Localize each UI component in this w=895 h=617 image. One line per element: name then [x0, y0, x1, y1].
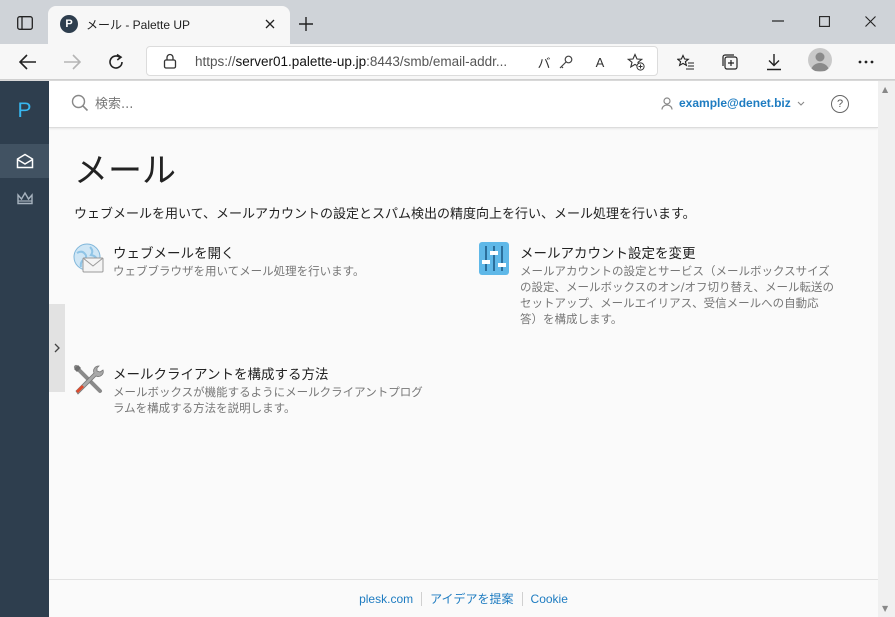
- sidebar-icon[interactable]: [10, 10, 40, 36]
- card-change-mail-settings[interactable]: メールアカウント設定を変更 メールアカウントの設定とサービス（メールボックスサイ…: [479, 242, 869, 338]
- tab-favicon: P: [60, 15, 78, 33]
- download-icon[interactable]: [758, 47, 790, 77]
- footer-link-suggest-idea[interactable]: アイデアを提案: [422, 590, 521, 607]
- minimize-icon[interactable]: [755, 6, 801, 36]
- profile-icon[interactable]: [808, 48, 832, 72]
- card-description-line: 答）を構成します。: [520, 312, 623, 326]
- tab-title: メール - Palette UP: [86, 18, 191, 32]
- page-description: ウェブメールを用いて、メールアカウントの設定とスパム検出の精度向上を行い、メール…: [74, 207, 696, 222]
- card-description: メールアカウントの設定とサービス（メールボックスサイズ の設定、メールボックスの…: [520, 263, 834, 327]
- logo[interactable]: P: [0, 99, 49, 123]
- crown-icon[interactable]: [0, 184, 49, 214]
- close-icon[interactable]: [847, 6, 893, 36]
- close-icon[interactable]: [260, 14, 280, 34]
- key-icon[interactable]: [555, 52, 577, 72]
- card-title[interactable]: メールクライアントを構成する方法: [113, 363, 328, 383]
- card-title[interactable]: メールアカウント設定を変更: [520, 242, 696, 262]
- card-title[interactable]: ウェブメールを開く: [113, 242, 235, 262]
- scroll-down-icon[interactable]: ▼: [882, 604, 888, 613]
- browser-titlebar: P メール - Palette UP: [0, 0, 895, 44]
- app-sidebar: P: [0, 81, 49, 617]
- user-email: example@denet.biz: [679, 96, 791, 110]
- search-input[interactable]: [95, 92, 395, 116]
- browser-tab[interactable]: P メール - Palette UP: [48, 6, 290, 44]
- plesk-app: P example@denet.biz ? ▲ ▼ メール ウェブメールを用いて…: [0, 81, 895, 617]
- card-mail-client-howto[interactable]: メールクライアントを構成する方法 メールボックスが機能するようにメールクライアン…: [72, 363, 452, 423]
- page-title: メール: [74, 151, 176, 191]
- back-arrow-icon[interactable]: [12, 47, 44, 77]
- lock-icon[interactable]: [163, 53, 177, 73]
- browser-toolbar: https://server01.palette-up.jp:8443/smb/…: [0, 44, 895, 80]
- help-button[interactable]: ?: [831, 95, 849, 113]
- address-bar[interactable]: https://server01.palette-up.jp:8443/smb/…: [146, 46, 658, 76]
- footer: plesk.com アイデアを提案 Cookie: [49, 579, 878, 617]
- card-description-line: メールボックスが機能するようにメールクライアントプログ: [113, 385, 423, 399]
- read-aloud-icon[interactable]: A: [589, 52, 611, 72]
- reader-mode-icon[interactable]: バ: [533, 52, 555, 72]
- user-menu[interactable]: example@denet.biz: [661, 96, 805, 110]
- add-favorite-icon[interactable]: [625, 52, 647, 72]
- card-description-line: ラムを構成する方法を説明します。: [113, 401, 296, 415]
- card-description: ウェブブラウザを用いてメール処理を行います。: [113, 264, 365, 278]
- maximize-icon[interactable]: [801, 6, 847, 36]
- expand-sidebar-handle[interactable]: [49, 304, 65, 392]
- card-open-webmail[interactable]: ウェブメールを開く ウェブブラウザを用いてメール処理を行います。: [72, 242, 432, 292]
- chevron-down-icon: [797, 101, 805, 106]
- favorites-icon[interactable]: [670, 47, 702, 77]
- nav-mail-icon[interactable]: [0, 144, 49, 178]
- scroll-up-icon[interactable]: ▲: [882, 85, 888, 94]
- scrollbar[interactable]: ▲ ▼: [878, 81, 895, 617]
- refresh-icon[interactable]: [100, 47, 132, 77]
- settings-sliders-icon: [479, 242, 512, 275]
- tools-icon: [72, 363, 105, 396]
- card-description-line: セットアップ、メールエイリアス、受信メールへの自動応: [520, 296, 819, 310]
- footer-link-cookie[interactable]: Cookie: [523, 592, 576, 606]
- more-icon[interactable]: [850, 47, 882, 77]
- card-description-line: の設定、メールボックスのオン/オフ切り替え、メール転送の: [520, 280, 835, 294]
- card-description: メールボックスが機能するようにメールクライアントプログ ラムを構成する方法を説明…: [113, 384, 423, 416]
- footer-link-plesk[interactable]: plesk.com: [351, 592, 421, 606]
- url-text[interactable]: https://server01.palette-up.jp:8443/smb/…: [195, 54, 535, 69]
- forward-arrow-icon[interactable]: [56, 47, 88, 77]
- plus-icon[interactable]: [294, 12, 318, 36]
- collections-icon[interactable]: [714, 47, 746, 77]
- search-icon: [71, 94, 89, 116]
- card-description-line: メールアカウントの設定とサービス（メールボックスサイズ: [520, 264, 830, 278]
- user-icon: [661, 96, 673, 110]
- app-header: example@denet.biz ?: [49, 81, 878, 128]
- chevron-right-icon: [54, 343, 60, 353]
- webmail-icon: [72, 242, 105, 275]
